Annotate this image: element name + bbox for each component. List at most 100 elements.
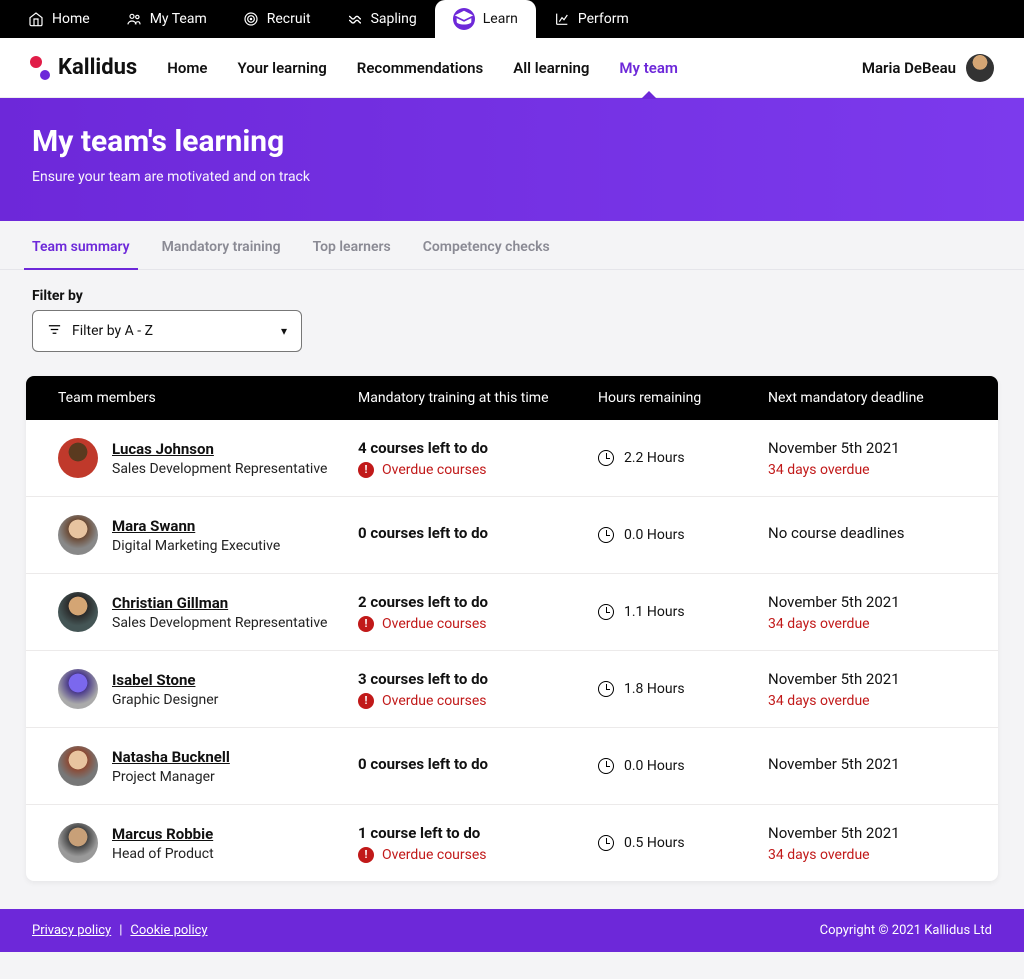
hours-cell: 0.0 Hours [598, 527, 768, 543]
member-cell: Isabel StoneGraphic Designer [58, 669, 358, 709]
hours-cell: 1.1 Hours [598, 604, 768, 620]
member-cell: Natasha Bucknell Project Manager [58, 746, 358, 786]
user-name: Maria DeBeau [862, 59, 956, 77]
brand-logo[interactable]: Kallidus [30, 55, 137, 80]
member-name-link[interactable]: Christian Gillman [112, 594, 327, 612]
deadline-status: 34 days overdue [768, 462, 966, 478]
deadline-cell: No course deadlines [768, 524, 966, 547]
topnav-home[interactable]: Home [10, 0, 108, 38]
header-members: Team members [58, 390, 358, 406]
tab-mandatory-training[interactable]: Mandatory training [162, 239, 281, 269]
overdue-text: Overdue courses [382, 462, 487, 478]
privacy-link[interactable]: Privacy policy [32, 923, 111, 938]
page-title: My team's learning [32, 124, 992, 159]
hours-cell: 2.2 Hours [598, 450, 768, 466]
deadline-status: 34 days overdue [768, 847, 966, 863]
member-name-link[interactable]: Marcus Robbie [112, 825, 214, 843]
training-cell: 0 courses left to do [358, 755, 598, 778]
member-cell: Mara Swann Digital Marketing Executive [58, 515, 358, 555]
footer: Privacy policy | Cookie policy Copyright… [0, 909, 1024, 952]
member-name-link[interactable]: Lucas Johnson [112, 440, 327, 458]
member-role: Sales Development Representative [112, 615, 327, 631]
user-menu[interactable]: Maria DeBeau [862, 54, 994, 82]
home-icon [28, 11, 44, 27]
hours-cell: 0.0 Hours [598, 758, 768, 774]
member-role: Sales Development Representative [112, 461, 327, 477]
hours-cell: 0.5 Hours [598, 835, 768, 851]
page-subtitle: Ensure your team are motivated and on tr… [32, 169, 992, 185]
deadline-cell: November 5th 2021 [768, 755, 966, 778]
training-count: 0 courses left to do [358, 524, 598, 542]
clock-icon [598, 604, 614, 620]
table-row: Natasha Bucknell Project Manager 0 courses… [26, 728, 998, 805]
table-row: Marcus Robbie Head of Product 1 course lef… [26, 805, 998, 881]
chevron-down-icon: ▾ [281, 324, 287, 338]
hours-value: 1.8 Hours [624, 681, 685, 697]
member-avatar [58, 669, 98, 709]
alert-icon: ! [358, 847, 374, 863]
member-avatar [58, 438, 98, 478]
member-avatar [58, 515, 98, 555]
overdue-badge: !Overdue courses [358, 462, 598, 478]
member-name-link[interactable]: Natasha Bucknell [112, 748, 230, 766]
filter-label: Filter by [32, 288, 992, 304]
member-role: Head of Product [112, 846, 214, 862]
topnav-label: Recruit [267, 11, 311, 27]
team-icon [126, 11, 142, 27]
overdue-badge: ! Overdue courses [358, 693, 598, 709]
alert-icon: ! [358, 616, 374, 632]
hours-value: 1.1 Hours [624, 604, 685, 620]
filter-icon [47, 322, 62, 341]
hours-value: 0.0 Hours [624, 527, 685, 543]
tab-team-summary[interactable]: Team summary [32, 239, 130, 269]
topnav-recruit[interactable]: Recruit [225, 0, 329, 38]
subnav-home[interactable]: Home [165, 59, 209, 77]
training-count: 2 courses left to do [358, 593, 598, 611]
hours-value: 0.5 Hours [624, 835, 685, 851]
subnav-recommendations[interactable]: Recommendations [355, 59, 485, 77]
table-row: Mara Swann Digital Marketing Executive 0 c… [26, 497, 998, 574]
deadline-date: November 5th 2021 [768, 824, 966, 842]
topnav-my-team[interactable]: My Team [108, 0, 225, 38]
overdue-text: Overdue courses [382, 693, 487, 709]
table-row: Isabel StoneGraphic Designer3 courses le… [26, 651, 998, 728]
member-name-link[interactable]: Isabel Stone [112, 671, 218, 689]
deadline-cell: November 5th 202134 days overdue [768, 593, 966, 632]
member-cell: Marcus Robbie Head of Product [58, 823, 358, 863]
tab-competency-checks[interactable]: Competency checks [423, 239, 550, 269]
topnav-learn[interactable]: Learn [435, 0, 536, 38]
member-role: Digital Marketing Executive [112, 538, 280, 554]
member-avatar [58, 823, 98, 863]
header-deadline: Next mandatory deadline [768, 390, 966, 406]
hero-banner: My team's learning Ensure your team are … [0, 98, 1024, 221]
member-role: Project Manager [112, 769, 230, 785]
alert-icon: ! [358, 693, 374, 709]
member-name-link[interactable]: Mara Swann [112, 517, 280, 535]
member-avatar [58, 592, 98, 632]
subnav-my-team[interactable]: My team [617, 59, 680, 77]
subnav-all-learning[interactable]: All learning [511, 59, 591, 77]
topnav-sapling[interactable]: Sapling [329, 0, 435, 38]
tab-top-learners[interactable]: Top learners [313, 239, 391, 269]
deadline-date: November 5th 2021 [768, 755, 966, 773]
filter-section: Filter by Filter by A - Z ▾ [0, 270, 1024, 370]
topnav-perform[interactable]: Perform [536, 0, 647, 38]
filter-dropdown[interactable]: Filter by A - Z ▾ [32, 310, 302, 352]
overdue-text: Overdue courses [382, 616, 487, 632]
cookie-link[interactable]: Cookie policy [130, 923, 207, 938]
wave-icon [347, 11, 363, 27]
deadline-cell: November 5th 2021 34 days overdue [768, 824, 966, 863]
header-hours: Hours remaining [598, 390, 768, 406]
secondary-navigation: Kallidus Home Your learning Recommendation… [0, 38, 1024, 98]
subnav-your-learning[interactable]: Your learning [235, 59, 328, 77]
clock-icon [598, 681, 614, 697]
table-row: Christian Gillman Sales Development Repre… [26, 574, 998, 651]
topnav-label: Learn [483, 11, 518, 27]
training-cell: 1 course left to do!Overdue courses [358, 824, 598, 863]
training-cell: 4 courses left to do!Overdue courses [358, 439, 598, 478]
chart-icon [554, 11, 570, 27]
member-cell: Lucas Johnson Sales Development Represent… [58, 438, 358, 478]
topnav-label: My Team [150, 11, 207, 27]
top-navigation: Home My Team Recruit Sapling Learn Perform [0, 0, 1024, 38]
team-table: Team members Mandatory training at this … [26, 376, 998, 881]
